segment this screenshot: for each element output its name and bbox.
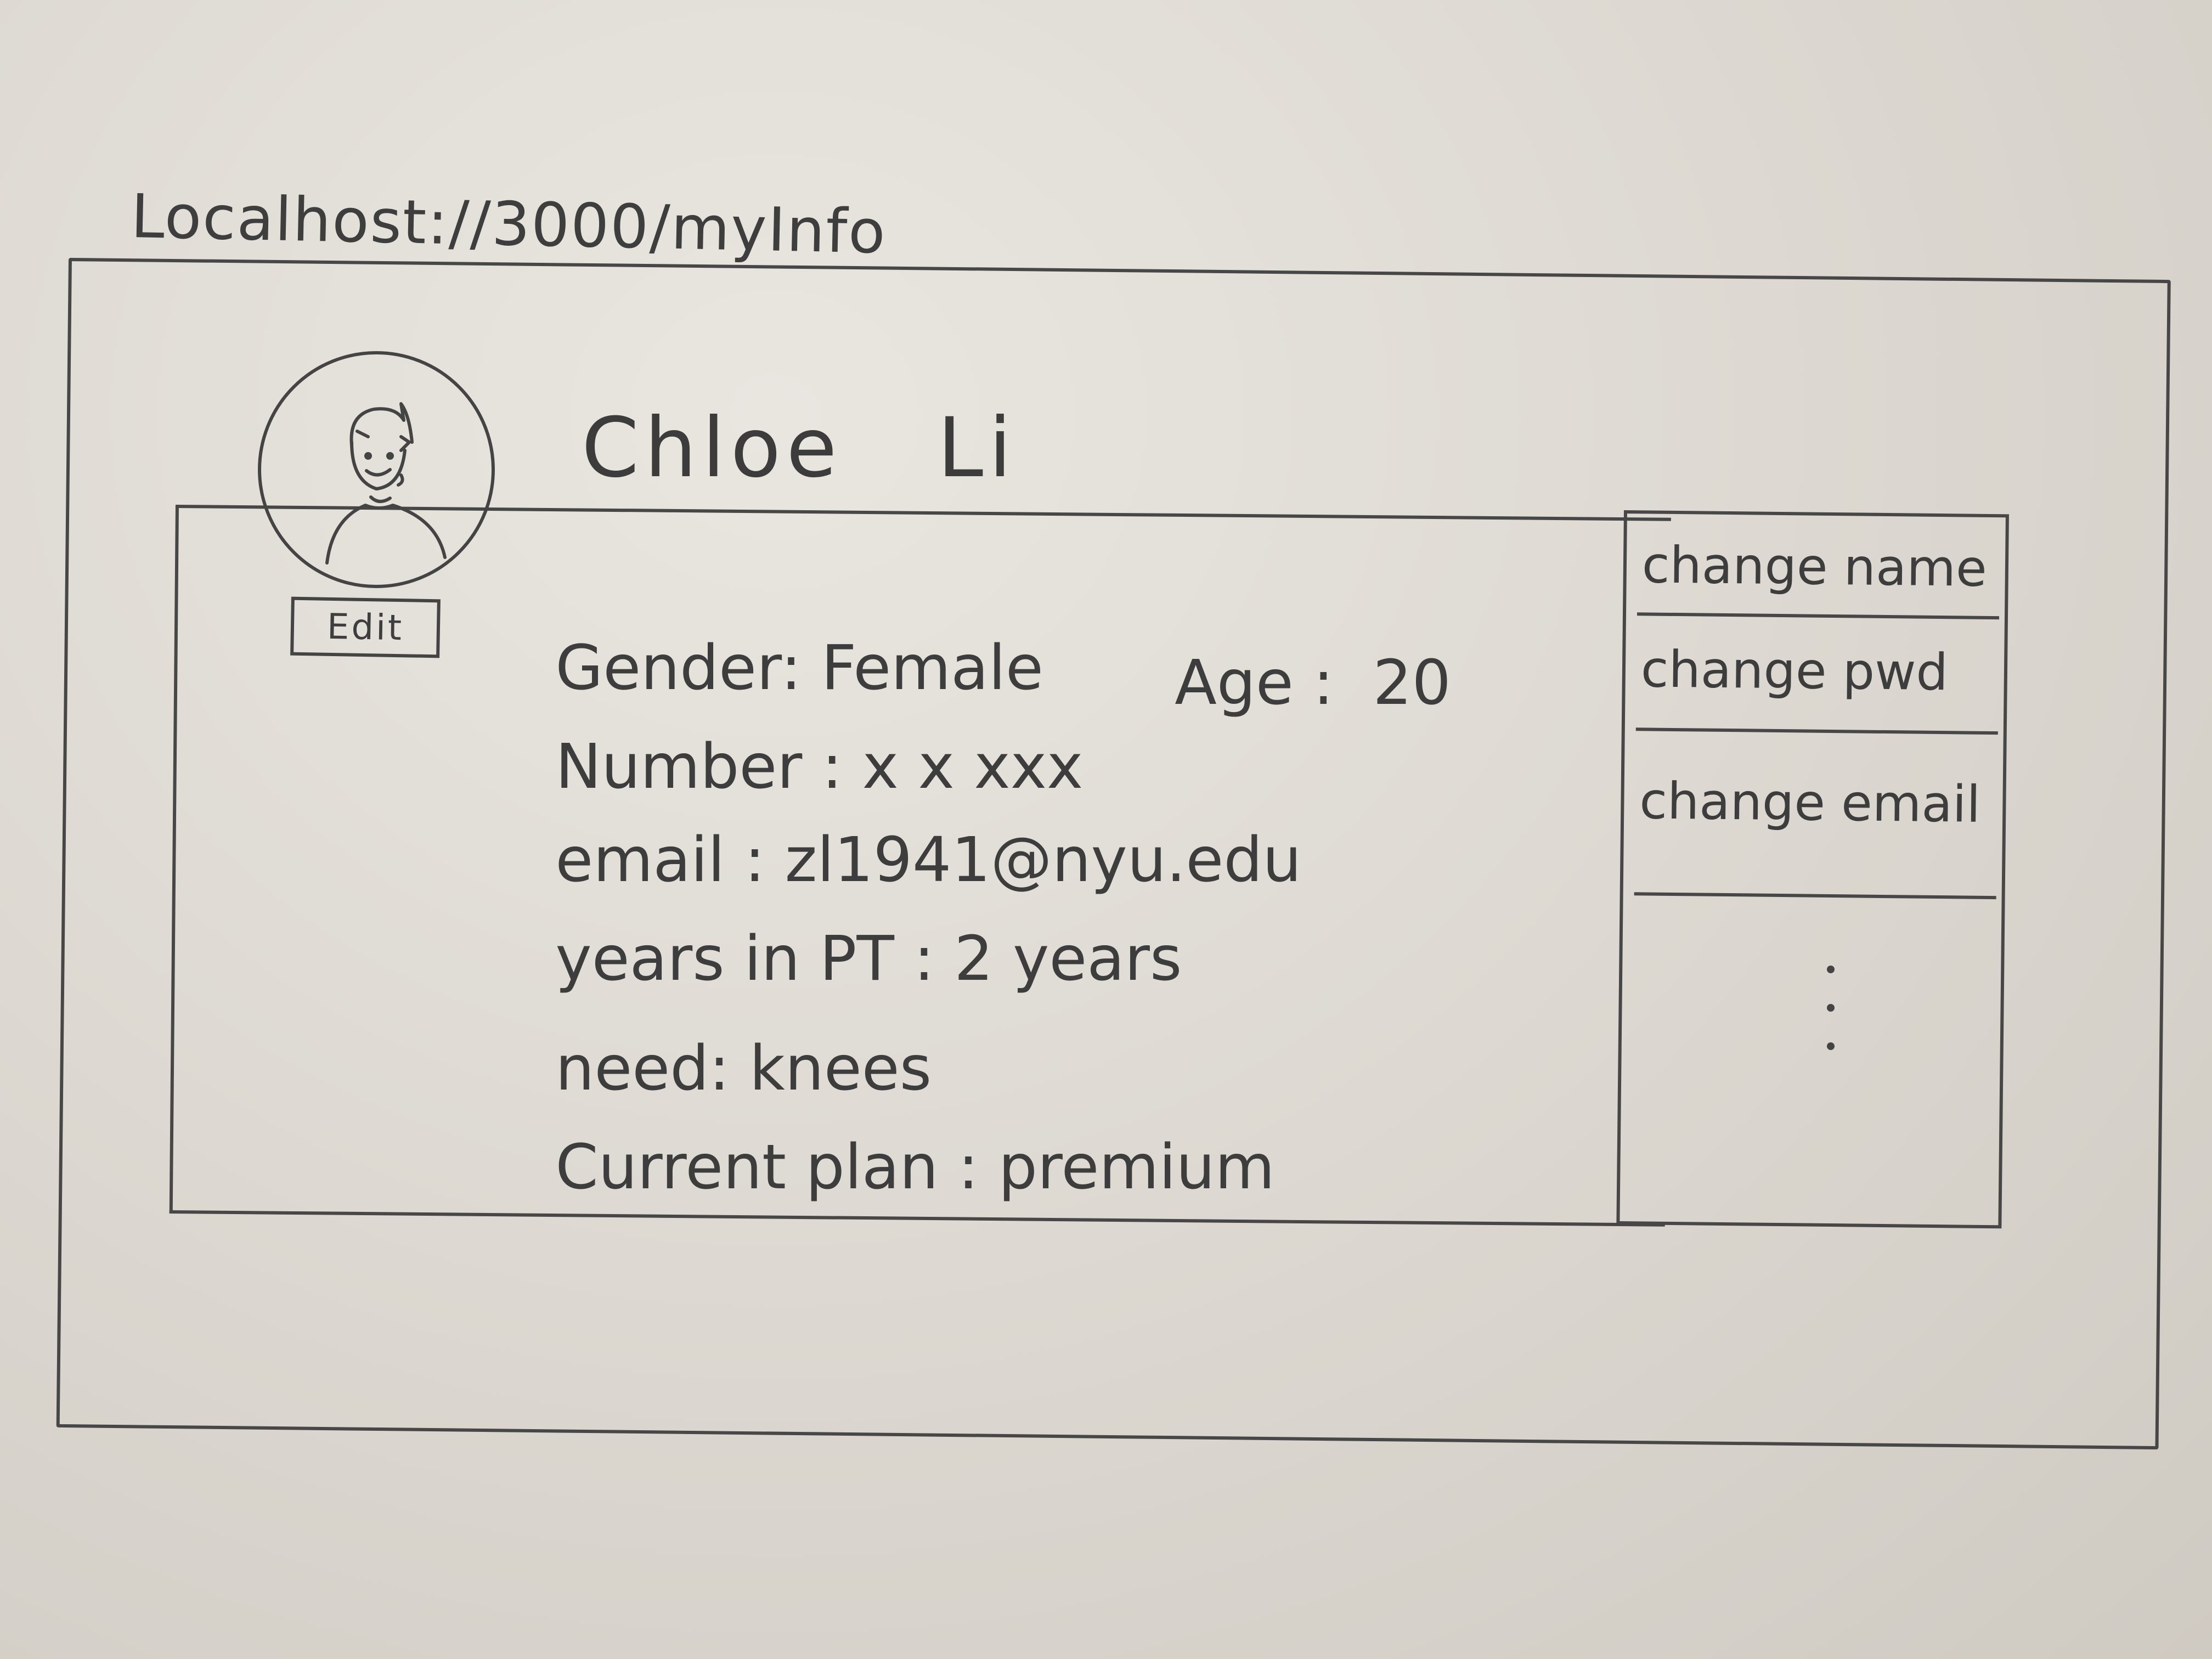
- current-plan-value: premium: [998, 1132, 1275, 1203]
- sidebar-divider: [1635, 727, 1998, 735]
- current-plan-label: Current plan :: [555, 1132, 979, 1203]
- user-avatar-icon: [258, 351, 495, 588]
- age-value: 20: [1373, 647, 1451, 719]
- sidebar-divider: [1634, 892, 1996, 900]
- settings-sidebar: change name change pwd change email: [1616, 510, 2009, 1229]
- change-password-button[interactable]: change pwd: [1625, 640, 2004, 702]
- change-name-button[interactable]: change name: [1626, 535, 2005, 598]
- change-email-button[interactable]: change email: [1624, 771, 2003, 834]
- vertical-ellipsis-icon[interactable]: [1821, 955, 1838, 1064]
- sidebar-divider: [1637, 612, 2000, 620]
- age-label: Age :: [1175, 647, 1334, 719]
- profile-name: Chloe Li: [582, 400, 1017, 496]
- years-in-pt-value: 2 years: [954, 923, 1182, 995]
- edit-avatar-button[interactable]: Edit: [290, 596, 441, 658]
- current-plan-row: Current plan : premium: [477, 1075, 1275, 1260]
- age-field: Age : 20: [1136, 576, 1451, 719]
